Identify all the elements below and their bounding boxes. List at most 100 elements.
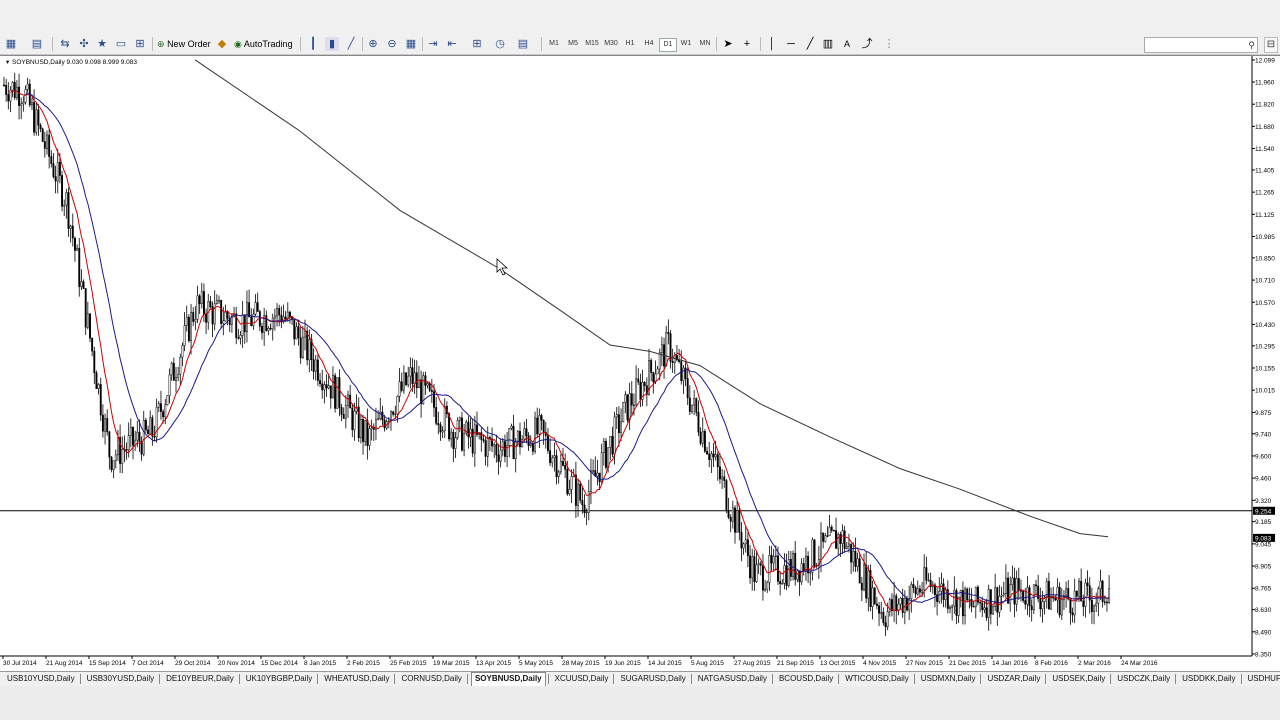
candle-body <box>271 317 274 330</box>
candle-body <box>308 339 311 361</box>
symbol-tab[interactable]: USDCZK,Daily <box>1114 673 1173 685</box>
timeframe-h1[interactable]: H1 <box>622 38 638 50</box>
candle-body <box>751 556 754 579</box>
indicators-icon[interactable]: ⊞ <box>470 37 484 51</box>
toolbar-separator <box>52 37 53 51</box>
symbol-tab[interactable]: USB10YUSD,Daily <box>4 673 78 685</box>
timeframe-m5[interactable]: M5 <box>565 38 581 50</box>
vertical-line-icon[interactable]: │ <box>765 37 779 51</box>
price-tick-label: 11.540 <box>1255 146 1275 153</box>
zoom-out-icon[interactable]: ⊖ <box>385 37 399 51</box>
candle-body <box>1065 588 1068 596</box>
time-tick-label: 29 Oct 2014 <box>175 660 211 667</box>
symbol-tab[interactable]: CORNUSD,Daily <box>398 673 464 685</box>
candle-body <box>413 372 416 384</box>
candle-body <box>359 419 362 439</box>
channel-icon[interactable]: ▥ <box>821 37 835 51</box>
time-tick-label: 25 Feb 2015 <box>390 660 427 667</box>
chart-shift-icon[interactable]: ⇤ <box>445 37 459 51</box>
candle-body <box>845 545 848 549</box>
symbol-tab[interactable]: WTICOUSD,Daily <box>842 673 912 685</box>
auto-scroll-icon[interactable]: ⇥ <box>426 37 440 51</box>
chart-window[interactable]: 12.099 11.960 11.820 11.680 11.540 11.405 11.2… <box>0 55 1280 672</box>
symbol-tab[interactable]: USDDKK,Daily <box>1179 673 1238 685</box>
market-watch-icon[interactable]: ⇆ <box>58 37 72 51</box>
symbol-tab[interactable]: USDZAR,Daily <box>984 673 1043 685</box>
candle-body <box>983 607 986 611</box>
candle-body <box>854 550 857 567</box>
price-tick-label: 11.265 <box>1255 190 1275 197</box>
symbol-tab[interactable]: USDMXN,Daily <box>918 673 979 685</box>
toolbar-separator <box>541 37 542 51</box>
candle-body <box>405 372 408 385</box>
arrows-icon[interactable]: ⤴ <box>860 37 874 51</box>
cursor-icon[interactable]: ➤ <box>721 37 735 51</box>
candle-body <box>52 163 55 177</box>
metaeditor-icon[interactable]: ◆ <box>215 37 229 51</box>
symbol-tab[interactable]: USB30YUSD,Daily <box>84 673 158 685</box>
candle-body <box>1108 588 1111 603</box>
timeframe-w1[interactable]: W1 <box>678 38 694 50</box>
candle-body <box>289 311 291 318</box>
crosshair-icon[interactable]: + <box>740 37 754 51</box>
candle-body <box>581 500 584 506</box>
terminal-icon[interactable]: ▭ <box>114 37 128 51</box>
candlestick-icon[interactable]: ▮ <box>325 37 339 51</box>
price-tick-label: 9.320 <box>1255 498 1272 505</box>
timeframe-mn[interactable]: MN <box>697 38 713 50</box>
navigator-icon[interactable]: ✣ <box>77 37 91 51</box>
symbol-tab[interactable]: UK10YBGBP,Daily <box>243 673 316 685</box>
line-chart-icon[interactable]: ╱ <box>344 37 358 51</box>
profiles-icon[interactable]: ▤ <box>30 37 44 51</box>
periods-icon[interactable]: ◷ <box>493 37 507 51</box>
autotrading-button[interactable]: ◉ AutoTrading <box>234 36 293 52</box>
candle-body <box>407 375 410 385</box>
symbol-tab[interactable]: SOYBNUSD,Daily <box>470 672 546 686</box>
candle-body <box>71 225 74 239</box>
templates-icon[interactable]: ▤ <box>516 37 530 51</box>
candle-body <box>682 367 685 381</box>
timeframe-m1[interactable]: M1 <box>546 38 562 50</box>
candle-body <box>979 602 982 604</box>
candle-body <box>114 454 117 462</box>
timeframe-d1[interactable]: D1 <box>659 38 677 52</box>
new-chart-icon[interactable]: ▦ <box>4 37 18 51</box>
candle-body <box>97 384 100 389</box>
price-tick-label: 11.405 <box>1255 167 1275 174</box>
horizontal-line-icon[interactable]: ─ <box>784 37 798 51</box>
symbol-tab[interactable]: XCUUSD,Daily <box>552 673 612 685</box>
trendline-icon[interactable]: ╱ <box>803 37 817 51</box>
candle-body <box>996 587 999 613</box>
autotrading-label: AutoTrading <box>243 39 293 49</box>
text-icon[interactable]: A <box>840 37 854 51</box>
favorites-icon[interactable]: ★ <box>95 37 109 51</box>
candle-body <box>639 381 642 400</box>
timeframe-m15[interactable]: M15 <box>584 38 600 50</box>
symbol-tab[interactable]: DE10YBEUR,Daily <box>163 673 237 685</box>
candle-body <box>321 383 324 391</box>
zoom-in-icon[interactable]: ⊕ <box>366 37 380 51</box>
candle-body <box>170 362 173 376</box>
symbol-tab[interactable]: BCOUSD,Daily <box>776 673 836 685</box>
candle-body <box>927 579 930 582</box>
new-order-button[interactable]: ⊕ New Order <box>157 36 211 52</box>
timeframe-h4[interactable]: H4 <box>641 38 657 50</box>
candle-body <box>762 564 764 591</box>
candle-body <box>656 368 659 375</box>
strategy-tester-icon[interactable]: ⊞ <box>133 37 147 51</box>
candle-body <box>67 192 70 229</box>
symbol-tab[interactable]: USDHUF,Wi <box>1245 673 1280 685</box>
tile-windows-icon[interactable]: ▦ <box>404 37 418 51</box>
candle-body <box>435 407 438 424</box>
bar-chart-icon[interactable]: ┃ <box>306 37 320 51</box>
symbol-tab[interactable]: NATGASUSD,Daily <box>695 673 770 685</box>
symbol-tab[interactable]: SUGARUSD,Daily <box>617 673 688 685</box>
candle-body <box>652 372 655 383</box>
timeframe-m30[interactable]: M30 <box>603 38 619 50</box>
time-tick-label: 24 Mar 2016 <box>1121 660 1158 667</box>
symbol-tab[interactable]: USDSEK,Daily <box>1049 673 1108 685</box>
options-icon[interactable]: ⊟ <box>1264 37 1278 53</box>
search-input[interactable]: ⚲ <box>1144 37 1258 53</box>
price-chart[interactable]: 12.099 11.960 11.820 11.680 11.540 11.405 11.2… <box>0 56 1280 672</box>
symbol-tab[interactable]: WHEATUSD,Daily <box>321 673 392 685</box>
